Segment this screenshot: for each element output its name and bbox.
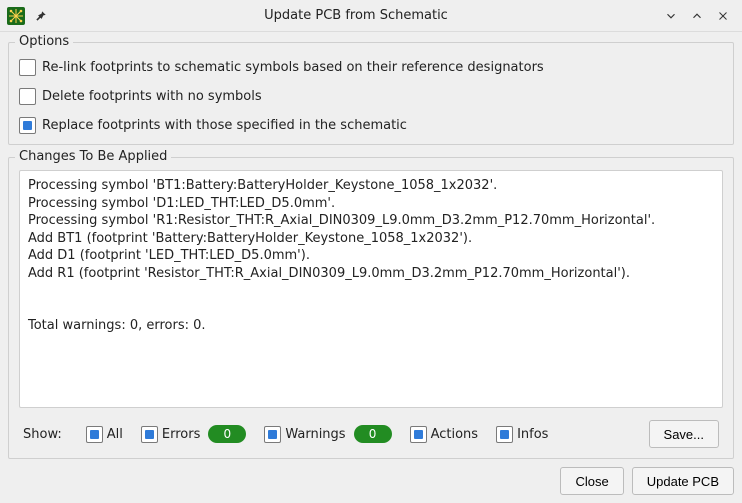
changes-groupbox: Changes To Be Applied Processing symbol …: [8, 157, 734, 459]
filter-actions-label: Actions: [431, 427, 479, 442]
checkbox-actions[interactable]: [410, 426, 427, 443]
filter-actions[interactable]: Actions: [410, 426, 479, 443]
changes-legend: Changes To Be Applied: [15, 149, 171, 164]
filter-row: Show: All Errors 0 Warnings 0 Actions: [19, 416, 723, 448]
option-relink-label: Re-link footprints to schematic symbols …: [42, 60, 544, 75]
close-dialog-button[interactable]: Close: [560, 467, 623, 495]
footer-buttons: Close Update PCB: [0, 467, 742, 503]
changes-log[interactable]: Processing symbol 'BT1:Battery:BatteryHo…: [19, 170, 723, 408]
checkbox-replace-footprints[interactable]: [19, 117, 36, 134]
option-replace-footprints-label: Replace footprints with those specified …: [42, 118, 407, 133]
option-delete-no-symbols[interactable]: Delete footprints with no symbols: [19, 88, 723, 105]
errors-count-badge: 0: [208, 425, 246, 443]
pin-icon[interactable]: [32, 7, 50, 25]
filter-warnings-label: Warnings: [285, 427, 345, 442]
filter-infos-label: Infos: [517, 427, 548, 442]
content: Options Re-link footprints to schematic …: [0, 32, 742, 467]
options-groupbox: Options Re-link footprints to schematic …: [8, 42, 734, 145]
update-pcb-button[interactable]: Update PCB: [632, 467, 734, 495]
filter-warnings[interactable]: Warnings 0: [264, 425, 391, 443]
filter-errors-label: Errors: [162, 427, 200, 442]
checkbox-warnings[interactable]: [264, 426, 281, 443]
minimize-button[interactable]: [658, 3, 684, 29]
checkbox-delete-no-symbols[interactable]: [19, 88, 36, 105]
checkbox-infos[interactable]: [496, 426, 513, 443]
filter-all[interactable]: All: [86, 426, 123, 443]
option-relink[interactable]: Re-link footprints to schematic symbols …: [19, 59, 723, 76]
options-list: Re-link footprints to schematic symbols …: [19, 55, 723, 134]
option-replace-footprints[interactable]: Replace footprints with those specified …: [19, 117, 723, 134]
filter-errors[interactable]: Errors 0: [141, 425, 246, 443]
checkbox-relink[interactable]: [19, 59, 36, 76]
filter-all-label: All: [107, 427, 123, 442]
option-delete-no-symbols-label: Delete footprints with no symbols: [42, 89, 262, 104]
filter-infos[interactable]: Infos: [496, 426, 548, 443]
titlebar: Update PCB from Schematic: [0, 0, 742, 32]
warnings-count-badge: 0: [354, 425, 392, 443]
checkbox-errors[interactable]: [141, 426, 158, 443]
app-icon: [6, 6, 26, 26]
maximize-button[interactable]: [684, 3, 710, 29]
show-label: Show:: [23, 427, 62, 442]
save-button[interactable]: Save...: [649, 420, 719, 448]
options-legend: Options: [15, 34, 73, 49]
window-title: Update PCB from Schematic: [54, 8, 658, 23]
close-button[interactable]: [710, 3, 736, 29]
checkbox-all[interactable]: [86, 426, 103, 443]
